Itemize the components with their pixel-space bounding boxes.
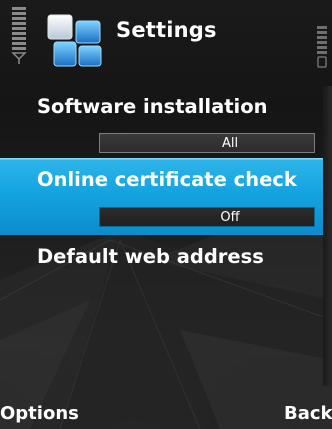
options-softkey[interactable]: Options bbox=[0, 402, 79, 426]
back-softkey[interactable]: Back bbox=[284, 402, 332, 426]
list-item-label: Online certificate check bbox=[37, 168, 297, 191]
list-item-software-installation[interactable]: Software installation All bbox=[0, 88, 323, 156]
list-item-online-certificate-check[interactable]: Online certificate check Off bbox=[0, 158, 323, 235]
setting-value-box: Off bbox=[99, 207, 315, 227]
battery-level-icon bbox=[317, 26, 327, 68]
setting-value-box: All bbox=[99, 133, 315, 153]
scrollbar[interactable] bbox=[323, 86, 332, 386]
settings-tiles-icon bbox=[47, 14, 102, 67]
phone-screen: Settings Software installation All Onlin… bbox=[0, 0, 332, 429]
list-item-label: Default web address bbox=[37, 245, 264, 268]
list-item-label: Software installation bbox=[37, 95, 268, 118]
signal-strength-icon bbox=[11, 7, 27, 64]
page-title: Settings bbox=[116, 18, 217, 42]
list-item-default-web-address[interactable]: Default web address bbox=[0, 236, 323, 276]
